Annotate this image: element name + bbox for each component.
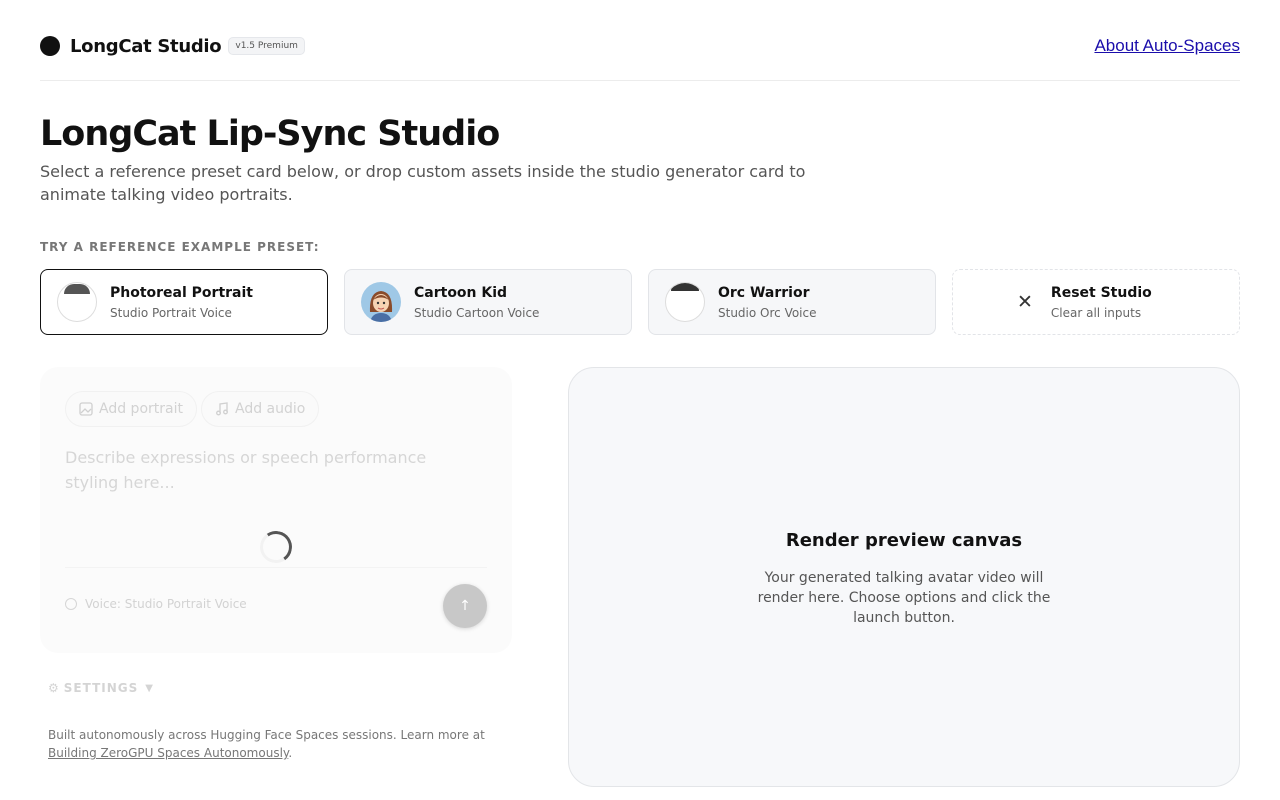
preset-name: Photoreal Portrait	[110, 284, 253, 301]
voice-selector[interactable]: Voice: Studio Portrait Voice	[65, 597, 247, 611]
preset-card-orc[interactable]: Orc Warrior Studio Orc Voice	[648, 269, 936, 335]
music-note-icon	[216, 402, 228, 416]
gear-icon: ⚙	[48, 681, 60, 695]
voice-label: Voice: Studio Portrait Voice	[85, 597, 247, 611]
add-audio-label: Add audio	[235, 401, 306, 417]
page-subtitle: Select a reference preset card below, or…	[40, 162, 806, 204]
app-header: LongCat Studio v1.5 Premium About Auto-S…	[40, 30, 1240, 62]
reset-studio-button[interactable]: ✕ Reset Studio Clear all inputs	[952, 269, 1240, 335]
preset-desc: Studio Cartoon Voice	[414, 305, 540, 320]
add-audio-button[interactable]: Add audio	[201, 391, 320, 427]
voice-icon	[65, 598, 77, 610]
preset-name: Reset Studio	[1050, 284, 1152, 301]
photoreal-avatar-icon	[57, 282, 97, 322]
footer-link[interactable]: Building ZeroGPU Spaces Autonomously	[48, 746, 288, 760]
settings-label: SETTINGS	[63, 681, 139, 695]
image-icon	[79, 402, 93, 416]
preset-card-cartoon[interactable]: Cartoon Kid Studio Cartoon Voice	[344, 269, 632, 335]
render-preview-canvas: Render preview canvas Your generated tal…	[568, 367, 1240, 787]
preset-card-photoreal[interactable]: Photoreal Portrait Studio Portrait Voice	[40, 269, 328, 335]
launch-button[interactable]: ↑	[443, 584, 487, 628]
card-divider	[65, 567, 487, 568]
add-portrait-button[interactable]: Add portrait	[65, 391, 197, 427]
preset-desc: Studio Orc Voice	[718, 305, 817, 320]
generator-card: Add portrait Add audio Describe expressi…	[40, 367, 512, 653]
add-portrait-label: Add portrait	[99, 401, 183, 417]
preset-list: Photoreal Portrait Studio Portrait Voice…	[40, 269, 1240, 335]
chevron-down-icon: ▼	[145, 682, 154, 694]
prompt-textarea[interactable]: Describe expressions or speech performan…	[65, 445, 475, 495]
footer-note: Built autonomously across Hugging Face S…	[48, 726, 518, 762]
cartoon-avatar-icon	[361, 282, 401, 322]
brand: LongCat Studio v1.5 Premium	[40, 36, 305, 57]
preset-name: Orc Warrior	[718, 284, 810, 301]
preset-desc: Clear all inputs	[1050, 305, 1142, 320]
footer-end: .	[288, 746, 293, 760]
footer-text: Built autonomously across Hugging Face S…	[48, 728, 485, 742]
orc-avatar-icon	[665, 282, 705, 322]
brand-name: LongCat Studio	[70, 35, 222, 57]
preset-desc: Studio Portrait Voice	[110, 305, 232, 320]
preview-title: Render preview canvas	[785, 530, 1023, 551]
about-link[interactable]: About Auto-Spaces	[1094, 36, 1240, 56]
page-title: LongCat Lip-Sync Studio	[40, 114, 500, 154]
header-divider	[40, 80, 1240, 81]
settings-toggle[interactable]: ⚙ SETTINGS ▼	[48, 681, 154, 695]
preset-name: Cartoon Kid	[414, 284, 508, 301]
close-icon: ✕	[1017, 291, 1033, 313]
version-badge: v1.5 Premium	[228, 37, 305, 55]
loading-spinner-icon	[257, 528, 295, 566]
presets-label: TRY A REFERENCE EXAMPLE PRESET:	[40, 240, 320, 254]
arrow-up-icon: ↑	[459, 598, 471, 614]
preview-text: Your generated talking avatar video will…	[757, 570, 1051, 626]
logo-icon	[40, 36, 60, 56]
